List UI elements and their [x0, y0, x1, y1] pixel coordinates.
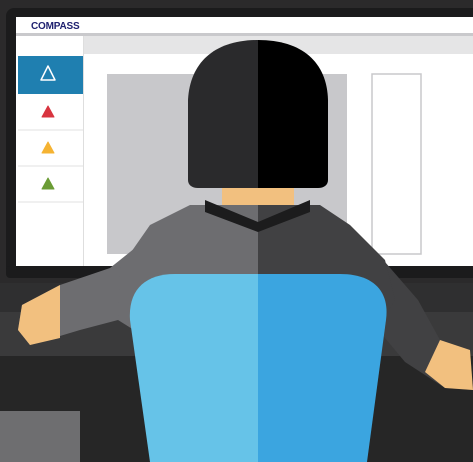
chair-back-right	[258, 274, 387, 462]
sidebar-item-all[interactable]	[18, 56, 83, 94]
chair	[129, 274, 387, 462]
sidebar-item-active-bg	[18, 56, 83, 94]
illustration-scene: COMPASS	[0, 0, 473, 462]
app-header	[16, 17, 473, 34]
chair-back-left	[129, 274, 258, 462]
sidebar	[16, 36, 84, 267]
desk-drawer	[0, 411, 80, 462]
content-side-panel	[371, 73, 422, 255]
header-divider	[16, 33, 473, 36]
scene-svg: COMPASS	[0, 0, 473, 462]
brand-label: COMPASS	[31, 21, 80, 32]
